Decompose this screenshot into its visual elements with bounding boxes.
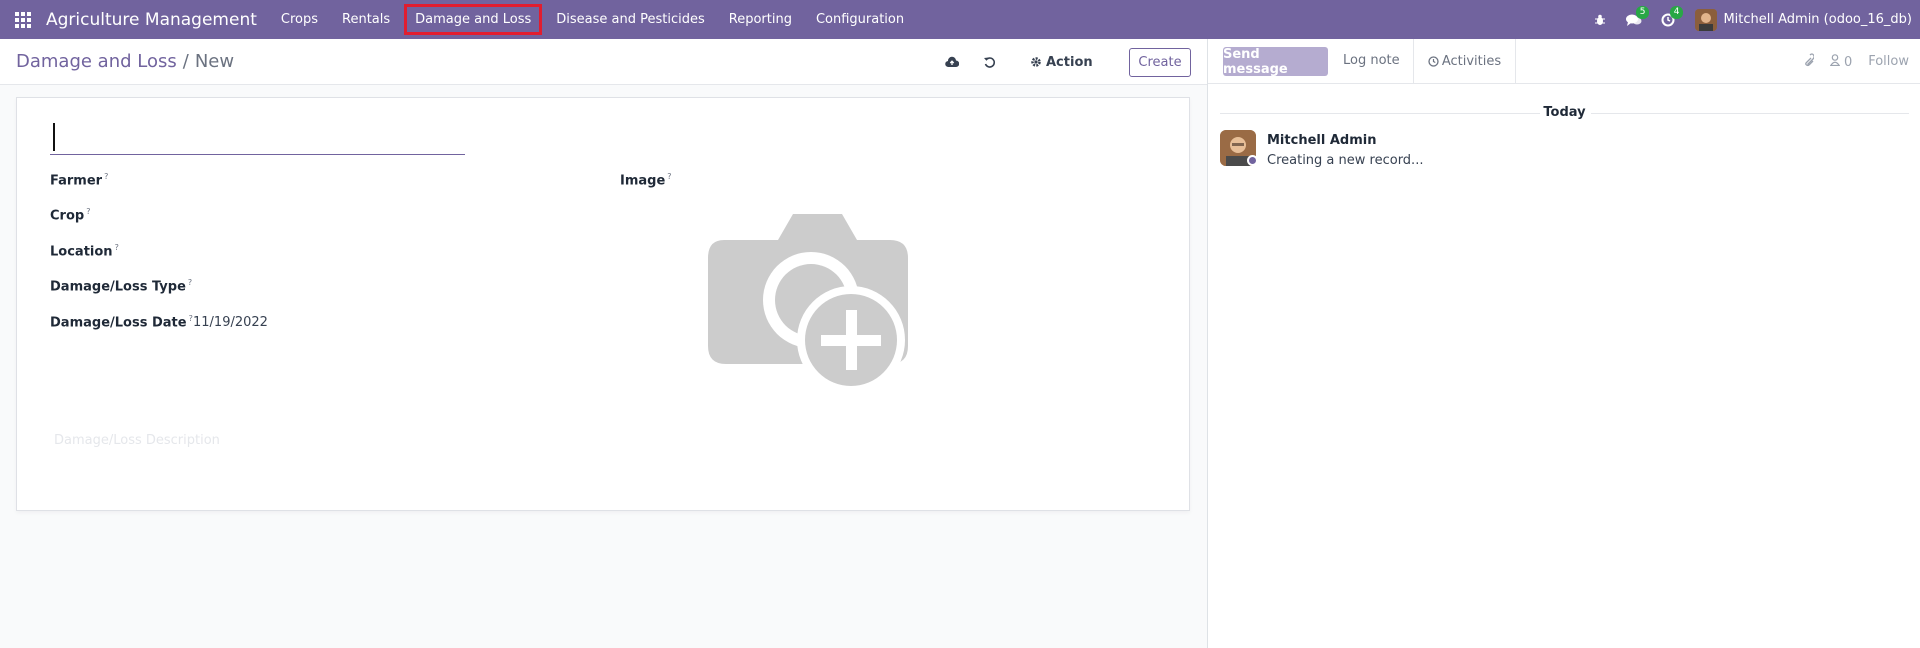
chatter-actions: 0 Follow (1786, 39, 1909, 84)
description-field[interactable]: Damage/Loss Description (54, 433, 220, 448)
chatter-panel: Send message Log note Activities 0 Follo… (1207, 39, 1920, 648)
debug-bug-icon[interactable] (1583, 0, 1617, 39)
menu-damage-and-loss[interactable]: Damage and Loss (404, 4, 543, 35)
action-button[interactable]: Action (1030, 51, 1093, 73)
activities-badge: 4 (1669, 6, 1684, 19)
field-label-crop: Crop? (50, 207, 91, 224)
activities-label: Activities (1441, 54, 1502, 69)
breadcrumb-current: New (194, 51, 235, 72)
form-sheet: Farmer? Crop? Location? Damage/Loss Type… (16, 97, 1190, 511)
user-avatar (1695, 8, 1718, 31)
follow-button[interactable]: Follow (1868, 54, 1909, 69)
messages-badge: 5 (1635, 6, 1650, 19)
menu-rentals[interactable]: Rentals (330, 0, 402, 39)
grid-icon (15, 11, 31, 28)
menu-disease-and-pesticides[interactable]: Disease and Pesticides (544, 0, 717, 39)
online-status-dot (1247, 155, 1258, 166)
field-label-farmer: Farmer? (50, 172, 109, 189)
apps-menu-button[interactable] (0, 0, 46, 39)
field-label-damage-date: Damage/Loss Date? (50, 314, 193, 331)
breadcrumb: Damage and Loss / New (16, 51, 234, 72)
app-brand[interactable]: Agriculture Management (46, 10, 257, 30)
chatter-topbar: Send message Log note Activities 0 Follo… (1208, 39, 1920, 84)
text-caret (53, 123, 55, 151)
record-name-input[interactable] (50, 123, 465, 155)
damage-date-input[interactable]: 11/19/2022 (193, 315, 268, 330)
location-input[interactable] (193, 243, 573, 261)
damage-type-select[interactable] (193, 278, 573, 296)
send-message-button[interactable]: Send message (1223, 47, 1328, 77)
camera-plus-icon (708, 214, 908, 394)
breadcrumb-separator: / (182, 51, 189, 72)
navbar-systray: 5 4 Mitchell Admin (odoo_16_db) (1583, 0, 1912, 39)
menu-reporting[interactable]: Reporting (717, 0, 804, 39)
clock-icon (1428, 56, 1439, 67)
image-upload-placeholder[interactable] (708, 214, 910, 398)
action-label: Action (1046, 54, 1093, 70)
log-note-button[interactable]: Log note (1343, 53, 1400, 68)
crop-input[interactable] (193, 207, 573, 225)
activities-tab[interactable]: Activities (1413, 39, 1516, 84)
field-label-damage-type: Damage/Loss Type? (50, 278, 193, 295)
field-label-location: Location? (50, 243, 119, 260)
date-divider-right (1591, 113, 1909, 114)
message-body: Creating a new record... (1267, 153, 1424, 168)
menu-crops[interactable]: Crops (269, 0, 330, 39)
activities-button[interactable]: 4 (1651, 0, 1685, 39)
create-button[interactable]: Create (1129, 48, 1191, 77)
gear-icon (1031, 57, 1041, 67)
farmer-input[interactable] (193, 172, 573, 190)
user-name: Mitchell Admin (odoo_16_db) (1723, 12, 1912, 27)
breadcrumb-parent[interactable]: Damage and Loss (16, 51, 177, 72)
followers-button[interactable]: 0 (1829, 53, 1853, 70)
paperclip-icon[interactable] (1802, 52, 1815, 71)
message-author[interactable]: Mitchell Admin (1267, 133, 1376, 148)
control-panel: Damage and Loss / New Action Create (0, 39, 1207, 85)
top-navbar: Agriculture Management Crops Rentals Dam… (0, 0, 1920, 39)
followers-count: 0 (1843, 54, 1853, 70)
save-cloud-icon[interactable] (942, 52, 962, 72)
user-menu[interactable]: Mitchell Admin (odoo_16_db) (1695, 8, 1912, 31)
field-label-image: Image? (620, 172, 672, 189)
messages-button[interactable]: 5 (1617, 0, 1651, 39)
discard-undo-icon[interactable] (979, 52, 999, 72)
menu-configuration[interactable]: Configuration (804, 0, 916, 39)
user-icon (1829, 53, 1841, 66)
